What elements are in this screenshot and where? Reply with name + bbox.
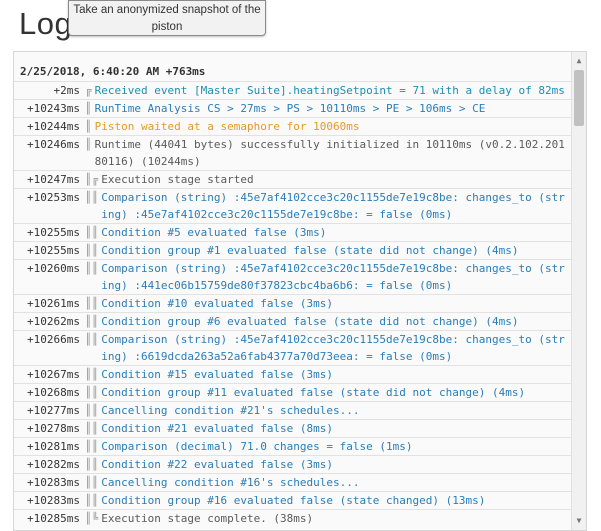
log-message: Cancelling condition #21's schedules... — [101, 404, 360, 417]
log-indent-bars: ║║ — [85, 494, 99, 507]
log-message: Condition group #1 evaluated false (stat… — [101, 244, 519, 257]
log-message: Received event [Master Suite].heatingSet… — [94, 84, 565, 97]
log-timestamp: +10285ms — [27, 512, 80, 525]
log-message: RunTime Analysis CS > 27ms > PS > 10110m… — [94, 102, 486, 115]
log-indent-bars: ║║ — [85, 422, 99, 435]
log-timestamp: +10261ms — [27, 297, 80, 310]
log-indent-bars: ║║ — [85, 333, 99, 346]
log-panel: 2/25/2018, 6:40:20 AM +763ms +2ms ╔ Receiv… — [13, 51, 587, 531]
log-message: Cancelling condition #16's schedules... — [101, 476, 360, 489]
log-row: +2ms ╔ Received event [Master Suite].heati… — [14, 81, 571, 99]
log-timestamp: +2ms — [53, 84, 81, 97]
log-timestamp: +10243ms — [27, 102, 80, 115]
log-message: Condition #5 evaluated false (3ms) — [101, 226, 327, 239]
log-message: Comparison (string) :45e7af4102cce3c20c1… — [101, 262, 565, 292]
log-row: +10260ms ║║ Comparison (string) :45e7af410… — [14, 259, 571, 294]
scroll-up-arrow-icon[interactable]: ▲ — [572, 54, 586, 68]
log-message: Condition #21 evaluated false (8ms) — [101, 422, 334, 435]
log-indent-bars: ║║ — [85, 262, 99, 275]
log-message: Condition #15 evaluated false (3ms) — [101, 368, 334, 381]
log-timestamp: +10277ms — [27, 404, 80, 417]
log-indent-bars: ║ — [85, 102, 92, 115]
log-message: Comparison (string) :45e7af4102cce3c20c1… — [101, 191, 565, 221]
log-row: +10255ms ║║ Condition group #1 evaluated f… — [14, 241, 571, 259]
log-timestamp: +10255ms — [27, 226, 80, 239]
log-timestamp: +10283ms — [27, 476, 80, 489]
log-rows: +2ms ╔ Received event [Master Suite].heati… — [14, 81, 571, 527]
log-message: Condition group #11 evaluated false (sta… — [101, 386, 526, 399]
log-row: +10244ms ║ Piston waited at a semaphore fo… — [14, 117, 571, 135]
log-timestamp: +10262ms — [27, 315, 80, 328]
log-indent-bars: ║║ — [85, 244, 99, 257]
scroll-down-arrow-icon[interactable]: ▼ — [572, 514, 586, 528]
log-indent-bars: ║║ — [85, 315, 99, 328]
log-row: +10266ms ║║ Comparison (string) :45e7af410… — [14, 330, 571, 365]
log-timestamp: +10268ms — [27, 386, 80, 399]
log-timestamp: +10246ms — [27, 138, 80, 151]
log-timestamp: +10282ms — [27, 458, 80, 471]
log-row: +10246ms ║ Runtime (44041 bytes) successfu… — [14, 135, 571, 170]
log-row: +10267ms ║║ Condition #15 evaluated false … — [14, 365, 571, 383]
log-indent-bars: ║╚ — [85, 512, 99, 525]
log-indent-bars: ║╔ — [85, 173, 99, 186]
log-row: +10243ms ║ RunTime Analysis CS > 27ms > PS… — [14, 99, 571, 117]
log-timestamp: +10267ms — [27, 368, 80, 381]
log-timestamp: +10260ms — [27, 262, 80, 275]
log-row: +10281ms ║║ Comparison (decimal) 71.0 chan… — [14, 437, 571, 455]
scrollbar-thumb[interactable] — [574, 70, 584, 126]
log-timestamp: +10283ms — [27, 494, 80, 507]
log-indent-bars: ║║ — [85, 191, 99, 204]
log-indent-bars: ║║ — [85, 404, 99, 417]
log-row: +10283ms ║║ Cancelling condition #16's sch… — [14, 473, 571, 491]
log-indent-bars: ║║ — [85, 297, 99, 310]
log-row: +10253ms ║║ Comparison (string) :45e7af410… — [14, 188, 571, 223]
log-message: Condition group #6 evaluated false (stat… — [101, 315, 519, 328]
log-message: Piston waited at a semaphore for 10060ms — [94, 120, 360, 133]
log-indent-bars: ║║ — [85, 368, 99, 381]
log-indent-bars: ║ — [85, 120, 92, 133]
log-row: +10277ms ║║ Cancelling condition #21's sch… — [14, 401, 571, 419]
log-row: +10278ms ║║ Condition #21 evaluated false … — [14, 419, 571, 437]
log-message: Condition #10 evaluated false (3ms) — [101, 297, 334, 310]
log-row: +10283ms ║║ Condition group #16 evaluated … — [14, 491, 571, 509]
log-indent-bars: ║║ — [85, 458, 99, 471]
log-scroll-area[interactable]: 2/25/2018, 6:40:20 AM +763ms +2ms ╔ Receiv… — [14, 52, 571, 530]
log-timestamp: +10255ms — [27, 244, 80, 257]
log-message: Condition #22 evaluated false (3ms) — [101, 458, 334, 471]
log-row: +10247ms ║╔ Execution stage started — [14, 170, 571, 188]
snapshot-tooltip: Take an anonymized snapshot of the pisto… — [68, 0, 266, 36]
log-message: Execution stage complete. (38ms) — [101, 512, 314, 525]
log-timestamp: +10281ms — [27, 440, 80, 453]
log-message: Comparison (string) :45e7af4102cce3c20c1… — [101, 333, 565, 363]
log-timestamp: +10244ms — [27, 120, 80, 133]
log-timestamp: +10247ms — [27, 173, 80, 186]
log-row: +10262ms ║║ Condition group #6 evaluated f… — [14, 312, 571, 330]
vertical-scrollbar[interactable]: ▲ ▼ — [571, 52, 586, 530]
log-row: +10268ms ║║ Condition group #11 evaluated … — [14, 383, 571, 401]
log-message: Condition group #16 evaluated false (sta… — [101, 494, 486, 507]
log-row: +10282ms ║║ Condition #22 evaluated false … — [14, 455, 571, 473]
log-message: Comparison (decimal) 71.0 changes = fals… — [101, 440, 413, 453]
log-row: +10261ms ║║ Condition #10 evaluated false … — [14, 294, 571, 312]
log-session-header: 2/25/2018, 6:40:20 AM +763ms — [20, 65, 206, 78]
log-indent-bars: ║║ — [85, 440, 99, 453]
log-timestamp: +10278ms — [27, 422, 80, 435]
log-timestamp: +10266ms — [27, 333, 80, 346]
log-indent-bars: ║║ — [85, 476, 99, 489]
log-indent-bars: ║ — [85, 138, 92, 151]
log-row: +10285ms ║╚ Execution stage complete. (38m… — [14, 509, 571, 527]
log-row: +10255ms ║║ Condition #5 evaluated false (… — [14, 223, 571, 241]
log-indent-bars: ╔ — [85, 84, 92, 97]
log-indent-bars: ║║ — [85, 386, 99, 399]
log-message: Execution stage started — [101, 173, 254, 186]
log-indent-bars: ║║ — [85, 226, 99, 239]
log-timestamp: +10253ms — [27, 191, 80, 204]
log-message: Runtime (44041 bytes) successfully initi… — [94, 138, 565, 168]
